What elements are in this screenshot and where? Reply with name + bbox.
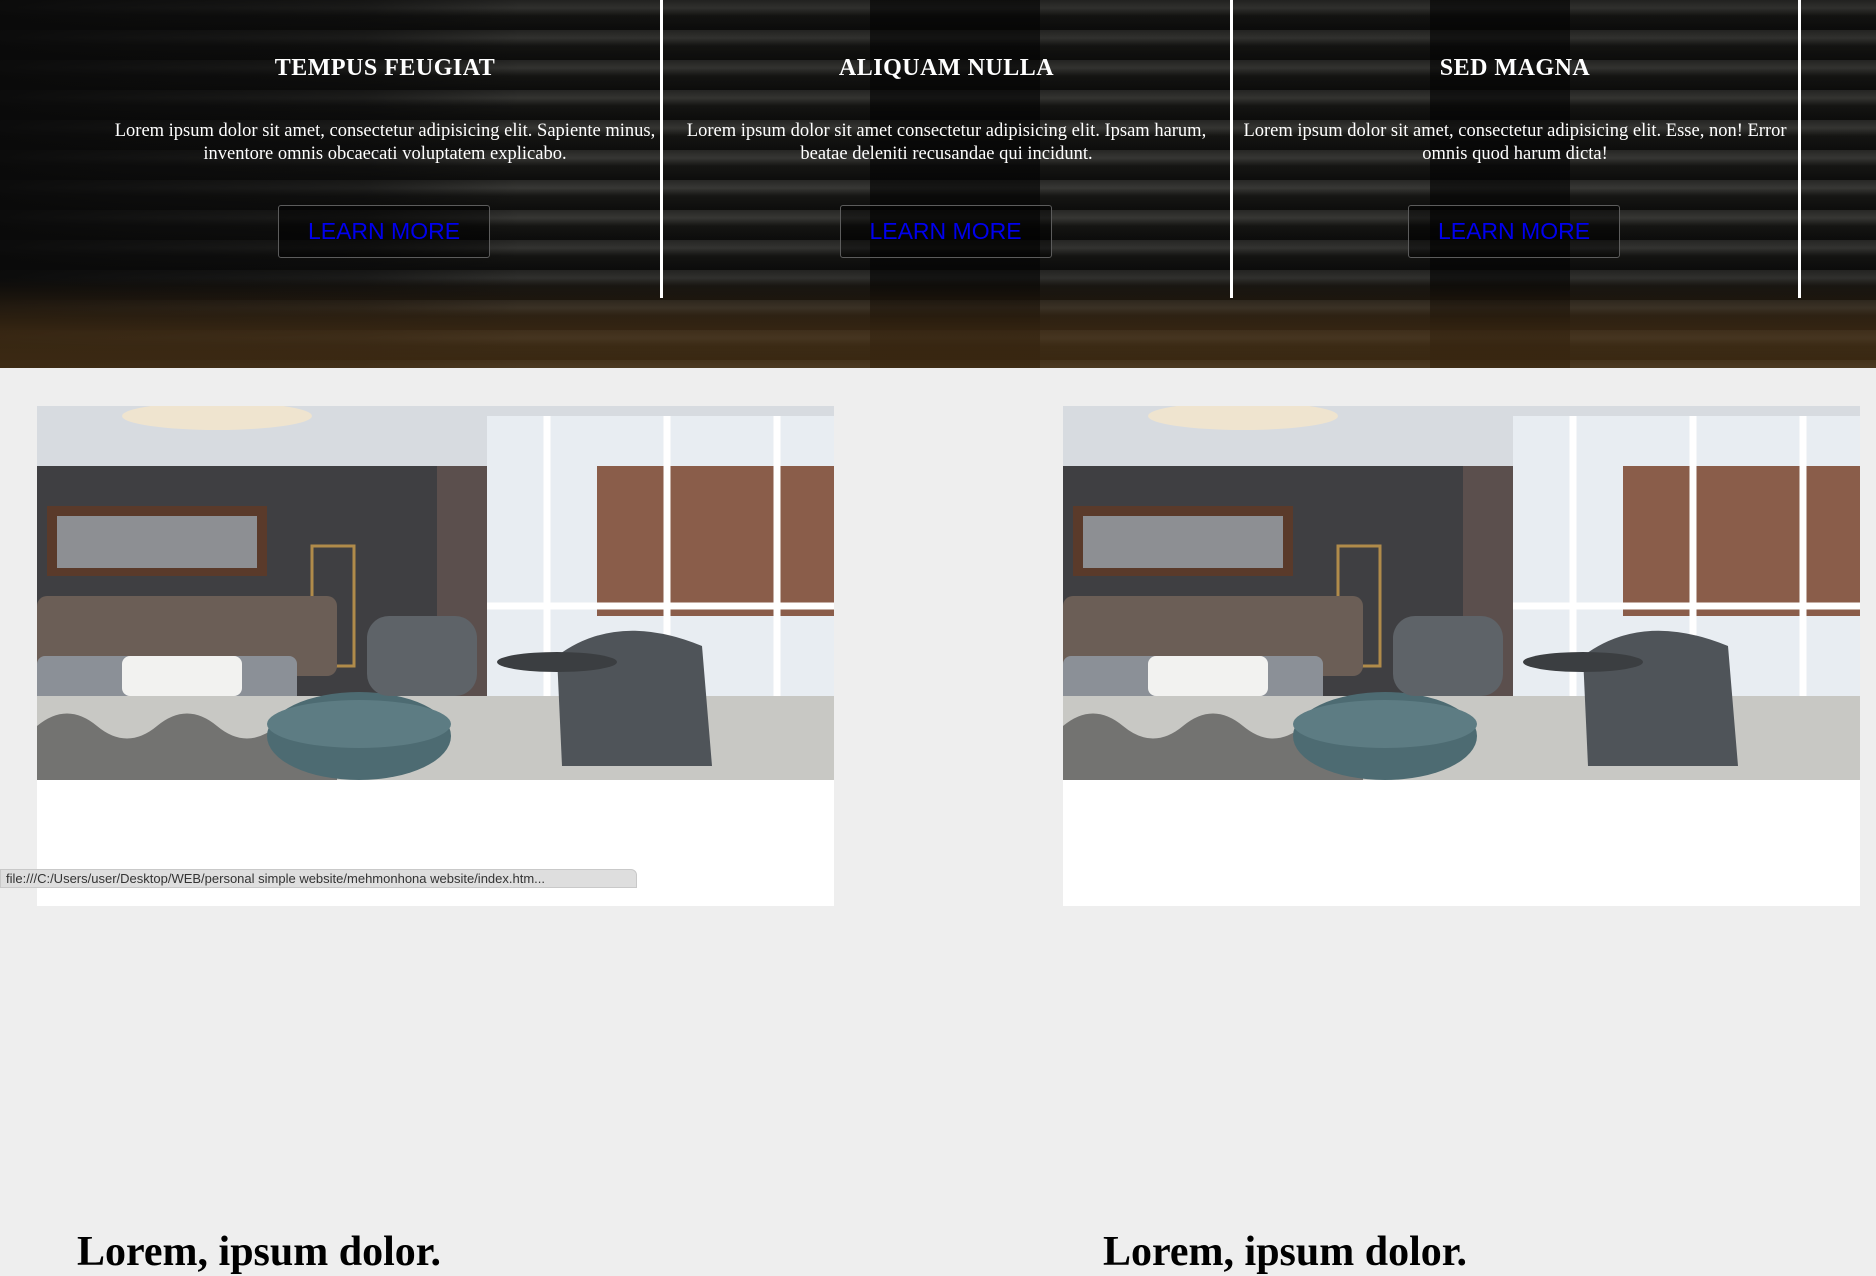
feature-title: TEMPUS FEUGIAT [274, 55, 496, 81]
living-room-photo [1063, 406, 1860, 780]
card-title: Lorem, ipsum dolor. [77, 1229, 442, 1275]
feature-aliquam-nulla: ALIQUAM NULLA Lorem ipsum dolor sit amet… [663, 0, 1233, 298]
feature-tempus-feugiat: TEMPUS FEUGIAT Lorem ipsum dolor sit ame… [110, 0, 663, 298]
card: Lorem, ipsum dolor. [37, 406, 834, 1275]
feature-sed-magna: SED MAGNA Lorem ipsum dolor sit amet, co… [1232, 0, 1801, 298]
living-room-photo [37, 406, 834, 780]
learn-more-button[interactable]: LEARN MORE [1408, 205, 1620, 258]
feature-title: ALIQUAM NULLA [838, 55, 1055, 81]
feature-text: Lorem ipsum dolor sit amet, consectetur … [1243, 121, 1787, 164]
link-status-bar: file:///C:/Users/user/Desktop/WEB/person… [0, 869, 637, 888]
card-title: Lorem, ipsum dolor. [1103, 1229, 1468, 1275]
feature-title: SED MAGNA [1439, 55, 1591, 81]
learn-more-button[interactable]: LEARN MORE [839, 205, 1052, 258]
card: Lorem, ipsum dolor. [1063, 406, 1860, 1275]
learn-more-button[interactable]: LEARN MORE [278, 205, 490, 258]
hero-section: TEMPUS FEUGIAT Lorem ipsum dolor sit ame… [0, 0, 1876, 368]
feature-text: Lorem ipsum dolor sit amet consectetur a… [686, 121, 1207, 164]
feature-text: Lorem ipsum dolor sit amet, consectetur … [114, 121, 656, 164]
